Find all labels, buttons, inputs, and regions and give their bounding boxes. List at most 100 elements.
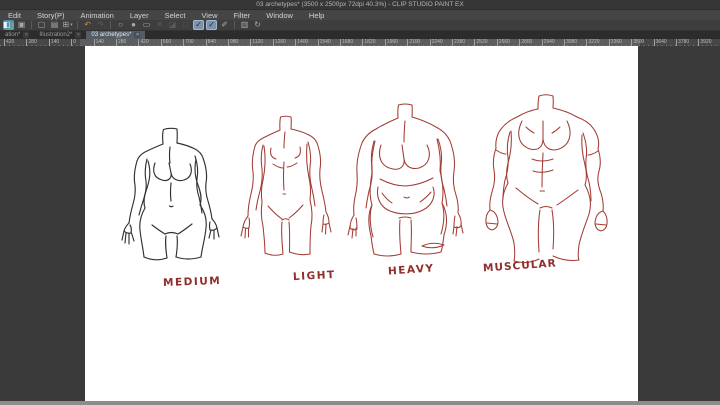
ruler-tick-label: 0 [71,39,76,46]
ruler-tick-label: 700 [183,39,194,46]
figure-label-heavy: HEAVY [387,262,435,278]
marquee-icon: ▭ [142,20,151,29]
clip-studio-icon[interactable]: ▣ [16,20,27,30]
menu-item-window[interactable]: Window [258,11,301,20]
panel-icon[interactable]: ▥ [239,20,250,30]
ruler-tick-label: 140 [48,39,60,46]
panel-icon: ▥ [240,20,249,29]
ruler-tick-label: 1960 [384,39,398,46]
figure-sketch-light [240,115,336,263]
ruler-tick-label: 2240 [429,39,443,46]
snap-to-special-ruler-icon[interactable]: ✓ [206,20,218,30]
ruler-tick-label: 3080 [564,39,578,46]
open-file-icon[interactable]: ▤ [49,20,60,30]
command-bar: ◧ ▾ ▣ ▢ ▤ ⊞ ▾ ↶ ↷ ○ ● ▭ ✕ ◪ □ ✓ ✓ ✐ ▥ ↻ [0,20,720,31]
dropdown-caret-icon[interactable]: ▾ [12,20,15,30]
menu-item-animation[interactable]: Animation [72,11,121,20]
app-tool-icon: ◧ [3,20,11,29]
ruler-tick-label: 3780 [676,39,690,46]
toolbar-separator [77,21,79,29]
tab-label: Illustration2* [39,32,73,38]
document-tabs: ation* × Illustration2* × 03 archetypes* × [0,31,720,39]
dropdown-caret-icon[interactable]: ▾ [70,20,73,30]
tab-label: ation* [5,32,21,38]
tab-close-icon[interactable]: × [23,32,30,38]
menu-item-edit[interactable]: Edit [0,11,29,20]
snap-to-grid-icon[interactable]: ✐ [219,20,230,30]
menu-item-layer[interactable]: Layer [122,11,157,20]
document-tab-03-archetypes-[interactable]: 03 archetypes* × [86,31,146,39]
fill-icon: ● [131,20,136,29]
canvas-viewport[interactable]: MEDIUM LIGHT HEAVY MUSCULAR [0,46,720,405]
toolbar-separator [110,21,112,29]
reset-display-icon[interactable]: ↻ [252,20,263,30]
ruler-tick-label: 2800 [519,39,533,46]
undo-icon: ↶ [84,20,91,29]
document-tab-illustration2-[interactable]: Illustration2* × [34,31,86,39]
ruler-tick-label: 2660 [496,39,510,46]
redo-icon[interactable]: ↷ [95,20,106,30]
redo-icon: ↷ [97,20,104,29]
clip-studio-icon: ▣ [17,20,26,29]
undo-icon[interactable]: ↶ [82,20,93,30]
ruler-tick-label: 2520 [474,39,488,46]
menu-bar: Edit Story(P) Animation Layer Select View Filt… [0,10,720,20]
fill-icon[interactable]: ● [128,20,139,30]
figure-sketch-medium [121,127,222,268]
tab-close-icon[interactable]: × [75,32,82,38]
ruler-tick-label: 1260 [272,39,286,46]
ruler-tick-label: 3360 [608,39,622,46]
open-file-icon: ▤ [50,20,59,29]
toolbar-separator [234,21,236,29]
ruler-tick-label: 1120 [250,39,264,46]
menu-item-filter[interactable]: Filter [226,11,259,20]
snap-to-ruler-icon[interactable]: ✓ [193,20,205,30]
ruler-tick-label: 840 [205,39,216,46]
ruler-tick-label: 1400 [295,39,309,46]
menu-item-storyp[interactable]: Story(P) [29,11,73,20]
ruler-tick-label: 280 [116,39,127,46]
figure-sketch-heavy [343,102,475,258]
tab-close-icon[interactable]: × [134,32,141,38]
clear-selection-icon[interactable]: ✕ [154,20,165,30]
horizontal-ruler: 420 280 140 0 140 280 420 560 700 840 980 1120 1260 1… [0,39,720,46]
menu-item-select[interactable]: Select [157,11,194,20]
frame-icon: □ [183,20,188,29]
ruler-tick-label: 2380 [452,39,466,46]
ruler-tick-label: 2100 [407,39,421,46]
snap-to-grid-icon: ✐ [221,20,228,29]
ruler-tick-label: 1680 [340,39,354,46]
snap-to-ruler-icon: ✓ [195,20,202,29]
new-file-icon[interactable]: ▢ [36,20,47,30]
ruler-tick-label: 3220 [586,39,600,46]
ruler-tick-label: 980 [228,39,239,46]
menu-item-help[interactable]: Help [301,11,332,20]
deselect-icon: ○ [118,20,123,29]
ruler-tick-label: 560 [160,39,172,46]
print-icon[interactable]: ⊞ ▾ [62,20,73,30]
ruler-tick-label: 3640 [653,39,667,46]
ruler-tick-label: 280 [26,39,37,46]
ruler-tick-label: 3500 [631,39,645,46]
menu-item-view[interactable]: View [193,11,225,20]
ruler-tick-label: 420 [138,39,149,46]
deselect-icon[interactable]: ○ [115,20,126,30]
marquee-icon[interactable]: ▭ [141,20,152,30]
frame-icon[interactable]: □ [180,20,191,30]
app-tool-icon[interactable]: ◧ ▾ [3,20,15,30]
canvas-page[interactable]: MEDIUM LIGHT HEAVY MUSCULAR [85,46,638,405]
clip-studio-paint-window: 03 archetypes* (3500 x 2500px 72dpi 40.3… [0,0,720,405]
scale-rotate-icon[interactable]: ◪ [167,20,178,30]
figure-label-medium: MEDIUM [162,274,222,290]
window-title: 03 archetypes* (3500 x 2500px 72dpi 40.3… [256,1,464,8]
snap-to-special-ruler-icon: ✓ [208,20,215,29]
clear-selection-icon: ✕ [156,20,163,29]
ruler-tick-label: 2940 [541,39,555,46]
figure-sketch-muscular [478,92,626,264]
new-file-icon: ▢ [37,20,46,29]
reset-display-icon: ↻ [254,20,261,29]
title-bar: 03 archetypes* (3500 x 2500px 72dpi 40.3… [0,0,720,10]
ruler-tick-label: 420 [4,39,15,46]
document-tab-ation-[interactable]: ation* × [0,31,34,39]
ruler-tick-label: 1540 [317,39,331,46]
